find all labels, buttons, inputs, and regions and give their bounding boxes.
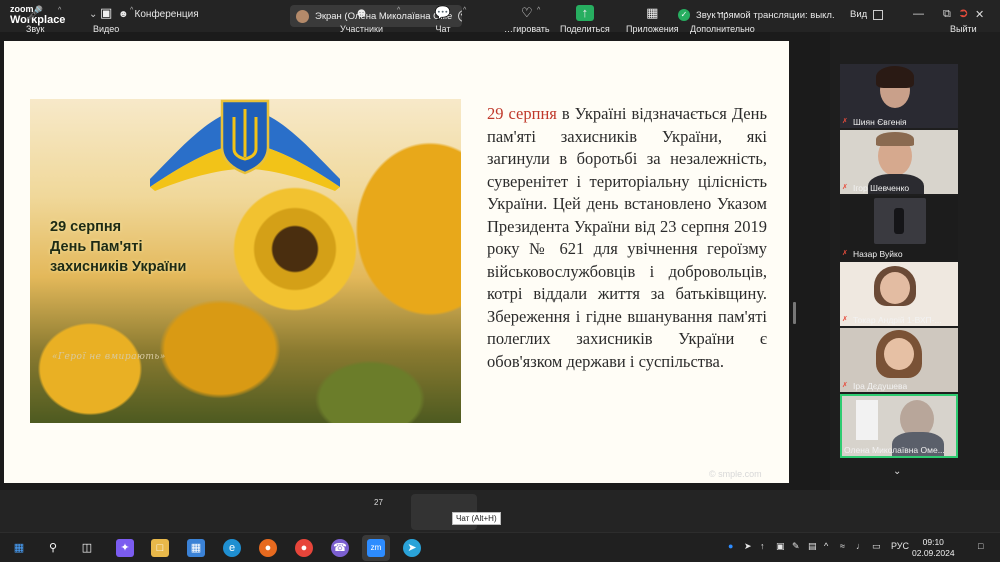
avatar	[296, 9, 309, 23]
apps-icon: ▦	[646, 5, 659, 20]
wifi-icon[interactable]: ≈	[840, 541, 845, 551]
participant-tile[interactable]: ✗ Іра Дєдушева	[840, 328, 958, 392]
leave-button[interactable]: ➲ Выйти	[950, 5, 977, 34]
telegram-tray-icon[interactable]: ➤	[744, 541, 752, 552]
shield-check-icon: ✓	[678, 9, 690, 21]
ukraine-flag-emblem-icon	[150, 99, 340, 191]
react-options-caret[interactable]: ^	[537, 7, 540, 14]
audio-button[interactable]: 🎤 Звук	[26, 5, 44, 34]
participant-tile-active-speaker[interactable]: Олена Миколаївна Оме...	[840, 394, 958, 458]
windows-start-icon[interactable]: ▦	[10, 539, 28, 557]
date-highlight: 29 серпня	[487, 104, 557, 123]
mic-off-icon: ✗	[842, 250, 848, 257]
grid-icon	[873, 9, 884, 20]
chat-tooltip: Чат (Alt+H)	[452, 512, 501, 525]
participants-options-caret[interactable]: ^	[397, 7, 400, 14]
video-button[interactable]: ▣ Видео	[93, 5, 119, 34]
share-screen-button[interactable]: ↑ Поделиться	[560, 5, 610, 34]
chat-options-caret[interactable]: ^	[463, 7, 466, 14]
participant-tile[interactable]: ✗ Токар Андрій 1-ВХП-...	[840, 262, 958, 326]
participant-tile[interactable]: ✗ Ігор Шевченко	[840, 130, 958, 194]
meeting-toolbar	[0, 490, 1000, 532]
zoom-tray-icon[interactable]: ●	[728, 541, 733, 551]
volume-icon[interactable]: ♩	[856, 541, 865, 551]
task-view-icon[interactable]: ◫	[78, 539, 96, 557]
participant-tile[interactable]: ✗ Назар Вуйко	[840, 196, 958, 260]
zoom-app-icon[interactable]: zm	[367, 539, 385, 557]
top-bar: zoom Workplace ⌄ ☻ Конференция Экран (Ол…	[0, 0, 1000, 32]
edge-icon[interactable]: e	[223, 539, 241, 557]
people-icon: ☻	[354, 5, 369, 20]
file-explorer-icon[interactable]: □	[151, 539, 169, 557]
share-arrow-icon: ↑	[575, 5, 594, 21]
exit-icon: ➲	[957, 5, 969, 20]
motto-text: «Герої не вмирають»	[52, 352, 166, 362]
zoom-window: zoom Workplace ⌄ ☻ Конференция Экран (Ол…	[0, 0, 1000, 562]
chat-button[interactable]: 💬 Чат	[434, 5, 452, 34]
image-caption: 29 серпня День Пам'яті захисників Україн…	[50, 219, 187, 275]
react-button[interactable]: ♡ …гировать	[504, 5, 550, 34]
more-icon[interactable]: •••	[458, 10, 462, 22]
participant-panel: ✗ Шиян Євгенія ✗ Ігор Шевченко ✗ Назар Вуйк…	[840, 64, 958, 460]
chrome-icon[interactable]: ●	[295, 539, 313, 557]
upload-tray-icon[interactable]: ↑	[760, 541, 765, 551]
store-icon[interactable]: ▦	[187, 539, 205, 557]
notification-icon[interactable]: □	[978, 541, 983, 551]
view-button[interactable]: Вид	[850, 9, 884, 20]
minimize-icon[interactable]: —	[913, 8, 924, 20]
chat-icon: 💬	[434, 5, 452, 20]
copilot-icon[interactable]: ✦	[116, 539, 134, 557]
pen-tray-icon[interactable]: ✎	[792, 541, 800, 552]
viber-icon[interactable]: ☎	[331, 539, 349, 557]
video-options-caret[interactable]: ^	[130, 7, 133, 14]
more-icon: ⋯	[715, 5, 729, 20]
shared-screen: 29 серпня День Пам'яті захисників Україн…	[0, 32, 830, 490]
mic-off-icon: ✗	[842, 316, 848, 323]
mic-off-icon: ✗	[842, 382, 848, 389]
battery-icon[interactable]: ▭	[872, 541, 881, 552]
audio-options-caret[interactable]: ^	[58, 7, 61, 14]
scroll-down-icon[interactable]: ⌄	[893, 466, 901, 477]
sunflower-image: 29 серпня День Пам'яті захисників Україн…	[30, 99, 461, 423]
presentation-slide: 29 серпня День Пам'яті захисників Україн…	[4, 41, 789, 483]
notes-tray-icon[interactable]: ▤	[808, 541, 817, 552]
participant-tile[interactable]: ✗ Шиян Євгенія	[840, 64, 958, 128]
resize-handle[interactable]	[793, 302, 796, 324]
mic-off-icon: ✗	[842, 184, 848, 191]
participants-button[interactable]: ☻ Участники	[340, 5, 383, 34]
watermark: © smple.com	[709, 469, 762, 479]
firefox-icon[interactable]: ●	[259, 539, 277, 557]
screen-tray-icon[interactable]: ▣	[776, 541, 785, 552]
camera-icon: ▣	[99, 5, 113, 20]
clock[interactable]: 09:10 02.09.2024	[912, 537, 955, 559]
people-icon: ☻	[118, 9, 129, 20]
windows-taskbar: ▦ ⚲ ◫ ✦ □ ▦ e ● ● ☎ zm ➤ ● ➤ ↑ ▣ ✎ ▤ ^ ≈…	[0, 532, 1000, 562]
chevron-up-icon[interactable]: ^	[824, 541, 828, 551]
mic-off-icon: ✗	[842, 118, 848, 125]
telegram-icon[interactable]: ➤	[403, 539, 421, 557]
more-button[interactable]: ⋯ Дополнительно	[690, 5, 755, 34]
heart-icon: ♡	[520, 5, 533, 20]
mic-off-icon: 🎤	[27, 5, 44, 20]
slide-body-text: 29 серпня в Україні відзначається День п…	[487, 104, 767, 371]
language-indicator[interactable]: РУС	[891, 541, 909, 551]
search-icon[interactable]: ⚲	[44, 539, 62, 557]
participants-count: 27	[374, 498, 383, 507]
apps-button[interactable]: ▦ Приложения	[626, 5, 679, 34]
